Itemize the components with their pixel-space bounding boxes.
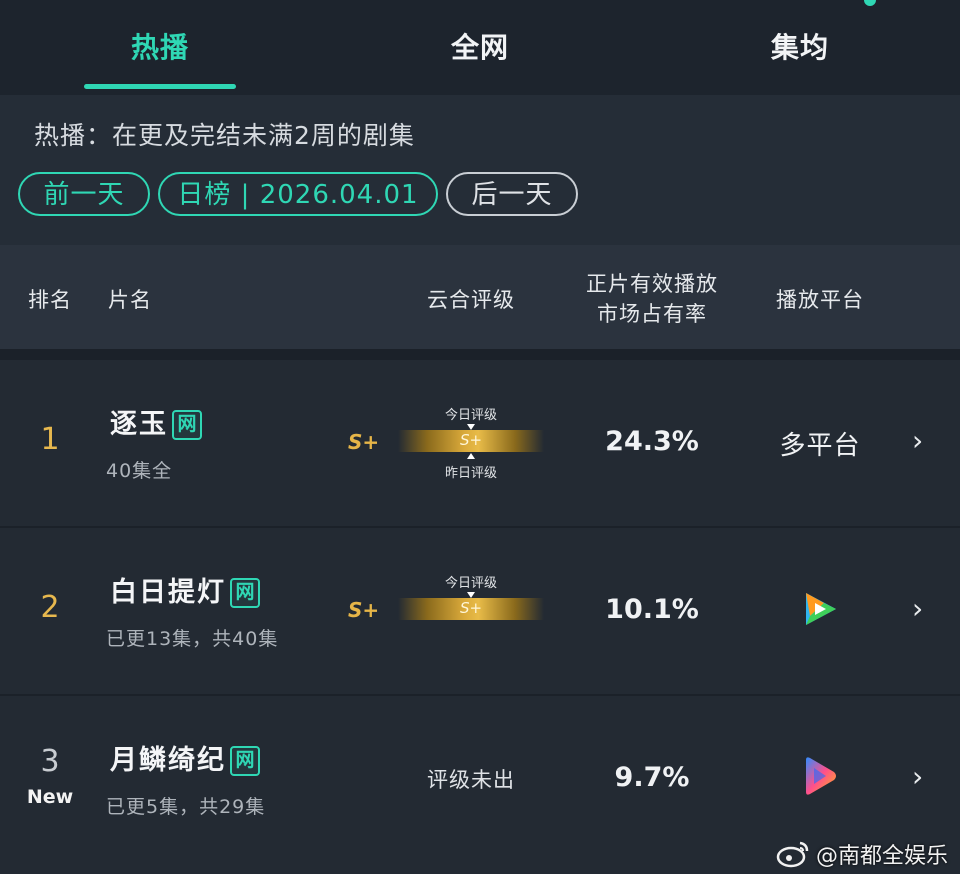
market-share: 24.3% bbox=[605, 426, 699, 457]
weibo-icon bbox=[776, 841, 809, 868]
yesterday-marker bbox=[467, 453, 475, 459]
tab-per-episode[interactable]: 集均 bbox=[724, 28, 876, 68]
prev-day-button[interactable]: 前一天 bbox=[18, 172, 150, 216]
network-badge: 网 bbox=[230, 746, 260, 776]
grade-value: S+ bbox=[348, 598, 380, 622]
market-share: 9.7% bbox=[614, 762, 690, 793]
list-description: 热播：在更及完结未满2周的剧集 bbox=[34, 121, 415, 150]
header-share-line2: 市场占有率 bbox=[597, 302, 707, 326]
tab-hot[interactable]: 热播 bbox=[84, 28, 236, 68]
next-day-button[interactable]: 后一天 bbox=[446, 172, 578, 216]
network-badge: 网 bbox=[230, 578, 260, 608]
grade-bar-label: S+ bbox=[459, 599, 483, 617]
grade-value: S+ bbox=[348, 430, 380, 454]
new-entry-tag: New bbox=[26, 786, 74, 808]
rank-number: 3 bbox=[40, 744, 60, 779]
drama-title-text: 逐玉 bbox=[110, 409, 168, 440]
youku-icon bbox=[806, 757, 836, 795]
date-selector-button[interactable]: 日榜 | 2026.04.01 bbox=[158, 172, 438, 216]
yesterday-grade-label: 昨日评级 bbox=[444, 466, 497, 481]
tencent-video-icon bbox=[806, 593, 836, 625]
chevron-right-icon[interactable]: › bbox=[912, 760, 923, 793]
header-rating: 云合评级 bbox=[427, 288, 515, 312]
drama-title-text: 月鳞绮纪 bbox=[110, 745, 226, 776]
platform-label: 多平台 bbox=[779, 431, 861, 461]
market-share: 10.1% bbox=[605, 594, 699, 625]
tab-all-network[interactable]: 全网 bbox=[404, 28, 556, 68]
header-platform: 播放平台 bbox=[776, 288, 864, 312]
watermark-text: @南都全娱乐 bbox=[815, 844, 948, 869]
drama-title-text: 白日提灯 bbox=[110, 577, 226, 608]
network-badge: 网 bbox=[172, 410, 202, 440]
header-title: 片名 bbox=[108, 288, 152, 312]
chevron-right-icon[interactable]: › bbox=[912, 592, 923, 625]
grade-bar: S+ bbox=[398, 598, 544, 620]
drama-title[interactable]: 月鳞绮纪网 bbox=[110, 738, 260, 777]
header-share-line1: 正片有效播放 bbox=[586, 272, 718, 296]
rank-number: 1 bbox=[40, 422, 60, 457]
episode-status: 已更5集，共29集 bbox=[106, 796, 266, 818]
grade-bar-label: S+ bbox=[459, 431, 483, 449]
today-grade-label: 今日评级 bbox=[444, 408, 497, 423]
chevron-right-icon[interactable]: › bbox=[912, 424, 923, 457]
today-grade-label: 今日评级 bbox=[444, 576, 497, 591]
grade-bar: S+ bbox=[398, 430, 544, 452]
rank-number: 2 bbox=[40, 590, 60, 625]
drama-title[interactable]: 逐玉网 bbox=[110, 402, 202, 441]
drama-title[interactable]: 白日提灯网 bbox=[110, 570, 260, 609]
episode-status: 40集全 bbox=[106, 460, 173, 482]
header-rank: 排名 bbox=[28, 288, 72, 312]
weibo-watermark: @南都全娱乐 bbox=[776, 838, 948, 870]
episode-status: 已更13集，共40集 bbox=[106, 628, 279, 650]
active-tab-underline bbox=[84, 84, 236, 89]
rating-pending: 评级未出 bbox=[427, 768, 515, 792]
